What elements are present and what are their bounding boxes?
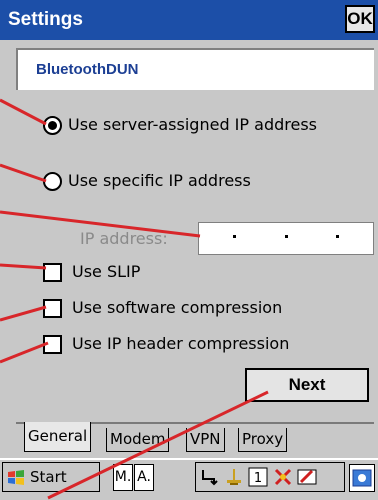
callout-line-next [47, 390, 269, 500]
annotation-callouts [0, 98, 269, 500]
callout-line-server-ip [0, 98, 47, 126]
callout-line-software-compression [0, 305, 47, 322]
callout-line-ip-field [0, 210, 201, 238]
callout-line-ip-header [0, 341, 49, 364]
callout-line-slip [0, 263, 47, 270]
callout-line-specific-ip [0, 163, 47, 183]
